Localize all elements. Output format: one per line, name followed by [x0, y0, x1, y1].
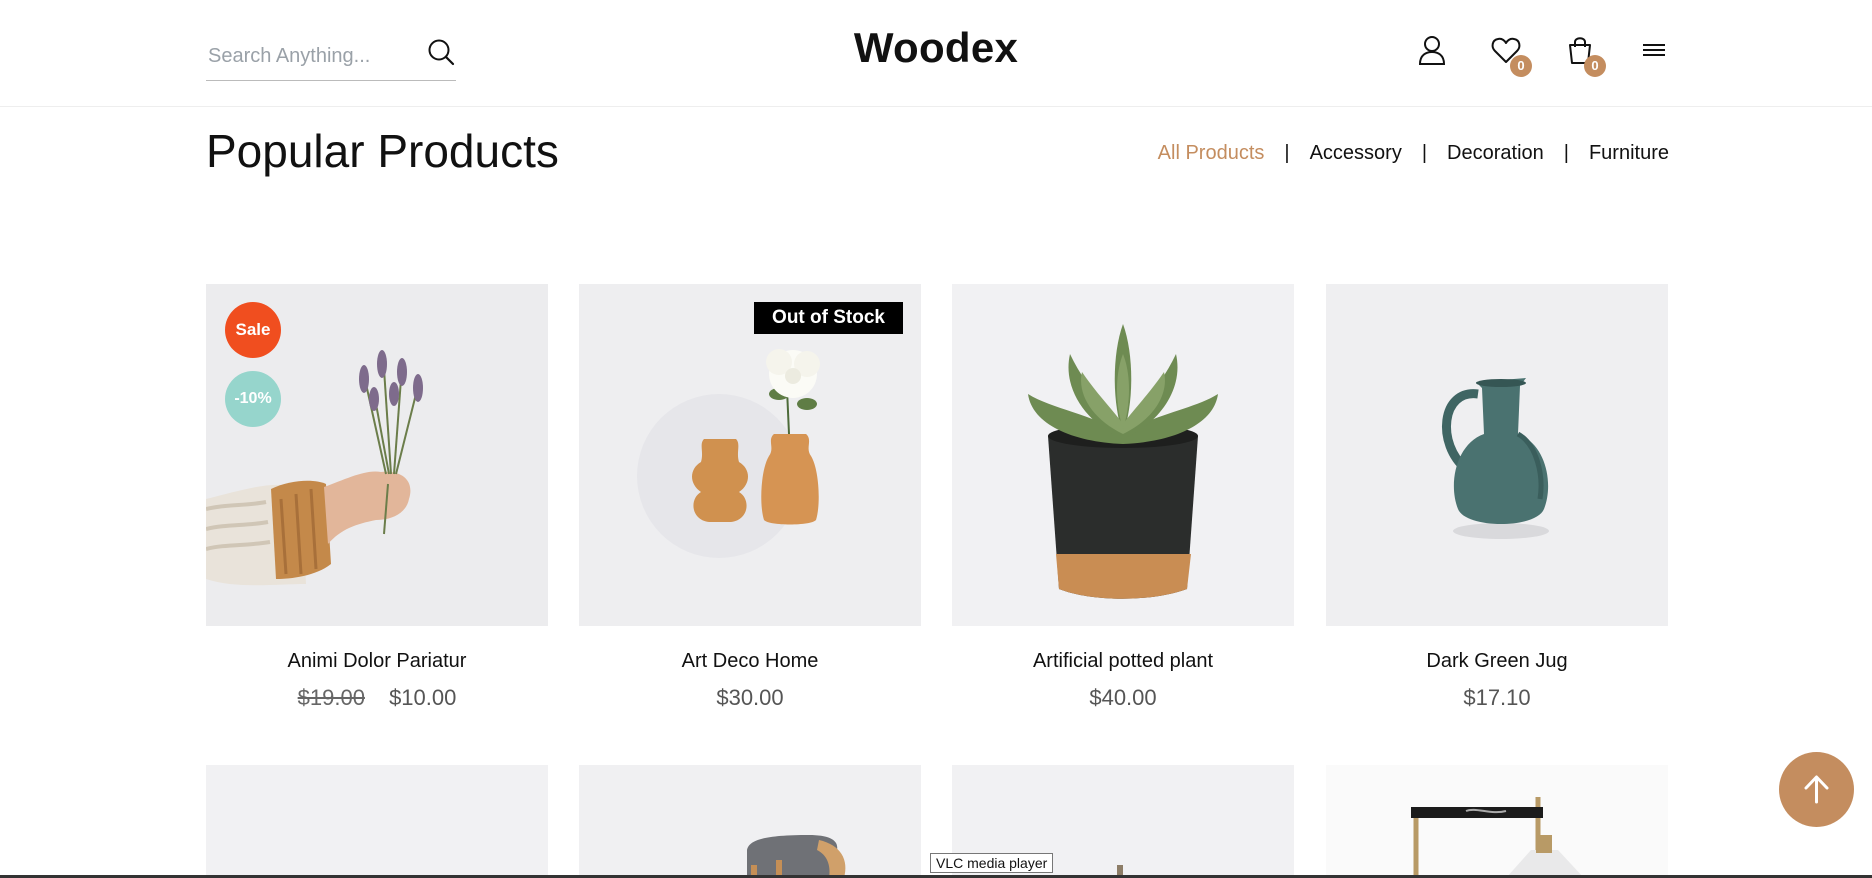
old-price: $19.00 [297, 685, 365, 710]
arrow-up-icon [1804, 775, 1829, 804]
product-name[interactable]: Art Deco Home [579, 650, 921, 673]
menu-icon[interactable] [1638, 34, 1670, 66]
product-image-lavender[interactable]: Sale -10% [206, 284, 548, 626]
section-title: Popular Products [206, 125, 559, 177]
product-filter-tabs: All Products | Accessory | Decoration | … [1158, 142, 1669, 165]
product-name[interactable]: Animi Dolor Pariatur [206, 650, 548, 673]
product-price: $30.00 [716, 685, 784, 710]
product-card[interactable]: Artificial potted plant $40.00 [952, 284, 1294, 711]
product-image-partial-chair[interactable] [579, 765, 921, 878]
sale-badge: Sale [225, 302, 281, 358]
site-header: Woodex 0 0 [0, 0, 1872, 107]
filter-all-products[interactable]: All Products [1158, 142, 1265, 165]
wooden-vases-illustration [637, 349, 820, 558]
product-name[interactable]: Dark Green Jug [1326, 650, 1668, 673]
user-icon[interactable] [1416, 34, 1448, 66]
current-price: $10.00 [389, 685, 457, 710]
product-price: $40.00 [1089, 685, 1157, 710]
product-name[interactable]: Artificial potted plant [952, 650, 1294, 673]
filter-separator: | [1563, 142, 1569, 164]
product-image-partial-lamp[interactable] [1326, 765, 1668, 878]
back-to-top-button[interactable] [1779, 752, 1854, 827]
filter-accessory[interactable]: Accessory [1310, 142, 1402, 165]
green-jug-illustration [1442, 378, 1549, 539]
out-of-stock-badge: Out of Stock [754, 302, 903, 334]
wishlist-count-badge: 0 [1510, 55, 1532, 77]
cart-count-badge: 0 [1584, 55, 1606, 77]
taskbar-tooltip: VLC media player [930, 853, 1054, 873]
product-image-jug[interactable] [1326, 284, 1668, 626]
filter-decoration[interactable]: Decoration [1447, 142, 1544, 165]
succulent-pot-illustration [1028, 324, 1218, 599]
filter-separator: | [1284, 142, 1290, 164]
filter-separator: | [1421, 142, 1428, 164]
product-price: $19.00 $10.00 [206, 685, 548, 711]
product-image-potted-plant[interactable] [952, 284, 1294, 626]
product-image-partial[interactable] [206, 765, 548, 878]
chair-illustration [747, 835, 846, 878]
product-card[interactable]: Out of Stock Art Deco Home $30.00 [579, 284, 921, 711]
filter-furniture[interactable]: Furniture [1589, 142, 1669, 165]
discount-badge: -10% [225, 371, 281, 427]
product-price: $17.10 [1463, 685, 1531, 710]
product-image-vases[interactable]: Out of Stock [579, 284, 921, 626]
lamp-illustration [1411, 797, 1584, 878]
product-card[interactable]: Sale -10% Animi Dolor Pariatur $19.00 $1… [206, 284, 548, 711]
product-card[interactable]: Dark Green Jug $17.10 [1326, 284, 1668, 711]
